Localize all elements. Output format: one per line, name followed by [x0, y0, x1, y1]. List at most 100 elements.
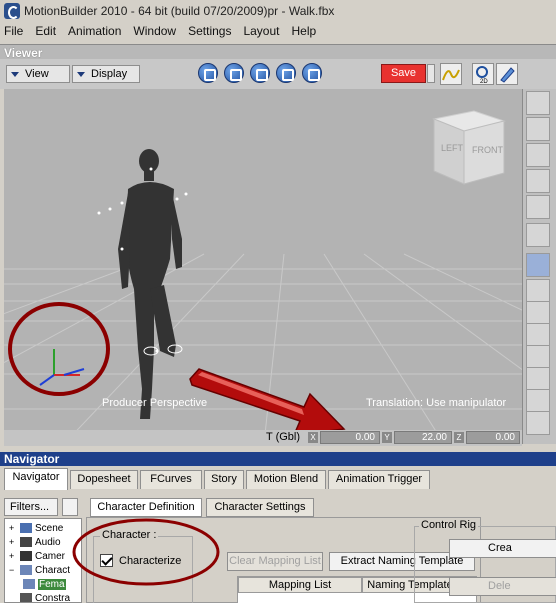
red-marker-icon[interactable]: [526, 345, 550, 369]
tree-item-constraints[interactable]: Constra: [9, 591, 71, 603]
transform-label: T (Gbl): [266, 431, 301, 443]
tab-fcurves[interactable]: FCurves: [140, 470, 202, 489]
tree-item-cameras[interactable]: + Camer: [9, 549, 65, 563]
curve-mode-icon[interactable]: [440, 63, 462, 85]
tree-item-characters[interactable]: − Charact: [9, 563, 70, 577]
character-icon: [20, 565, 32, 575]
column-mapping-list[interactable]: Mapping List: [238, 577, 362, 593]
box-icon[interactable]: [526, 279, 550, 303]
constraint-icon: [20, 593, 32, 602]
save-button[interactable]: Save: [381, 64, 426, 83]
tab-character-definition[interactable]: Character Definition: [90, 498, 202, 517]
display-dropdown[interactable]: Display: [72, 65, 140, 83]
zoom-2d-icon[interactable]: 2D: [472, 63, 494, 85]
menu-bar: File Edit Animation Window Settings Layo…: [0, 22, 556, 40]
viewcube-front-label: FRONT: [472, 145, 503, 155]
menu-window[interactable]: Window: [133, 24, 176, 38]
tab-character-settings[interactable]: Character Settings: [206, 498, 314, 517]
expand-icon[interactable]: +: [9, 537, 18, 547]
rotate-icon[interactable]: [526, 169, 550, 193]
move-icon[interactable]: [526, 143, 550, 167]
collapse-icon[interactable]: −: [9, 565, 18, 575]
scene-icon: [20, 523, 32, 533]
expand-icon[interactable]: +: [9, 551, 18, 561]
cube-icon[interactable]: [526, 253, 550, 277]
line-icon[interactable]: [526, 323, 550, 347]
viewcube-left-label: LEFT: [441, 143, 464, 153]
x-value-field[interactable]: 0.00: [320, 431, 380, 444]
list-icon[interactable]: [62, 498, 78, 516]
tree-item-label: Charact: [35, 564, 71, 576]
tab-story[interactable]: Story: [204, 470, 244, 489]
annotation-ellipse: [72, 518, 220, 586]
character-icon: [23, 579, 35, 589]
svg-text:2D: 2D: [480, 79, 488, 84]
dropdown-arrow-icon: [11, 71, 19, 77]
menu-animation[interactable]: Animation: [68, 24, 121, 38]
clear-mapping-list-button[interactable]: Clear Mapping List: [227, 552, 323, 571]
save-options-arrow[interactable]: [427, 64, 435, 83]
navigator-header: Navigator: [0, 452, 556, 466]
tree-item-label: Constra: [35, 592, 71, 603]
tab-navigator[interactable]: Navigator: [4, 468, 68, 490]
delete-control-rig-button[interactable]: Dele: [449, 577, 556, 596]
dropdown-arrow-icon: [77, 71, 85, 77]
anchor-icon[interactable]: [198, 63, 218, 83]
tree-item-audio[interactable]: + Audio: [9, 535, 61, 549]
td-icon[interactable]: [526, 117, 550, 141]
tree-item-label: Camer: [35, 550, 66, 562]
dolly-icon[interactable]: [250, 63, 270, 83]
navigator-body: Filters... + Scene + Audio + Camer − Cha…: [0, 490, 556, 603]
create-control-rig-button[interactable]: Crea: [449, 539, 556, 558]
manipulator-icon[interactable]: [526, 223, 550, 247]
tree-item-label: Scene: [35, 522, 64, 534]
camera-icon[interactable]: [526, 389, 550, 413]
curve-icon[interactable]: [526, 301, 550, 325]
navigator-tabs: Navigator Dopesheet FCurves Story Motion…: [0, 466, 556, 490]
star-icon[interactable]: [526, 367, 550, 391]
light-icon[interactable]: [526, 411, 550, 435]
axis-gizmo: [39, 349, 85, 386]
menu-layout[interactable]: Layout: [243, 24, 279, 38]
select-cursor-icon[interactable]: [526, 91, 550, 115]
menu-help[interactable]: Help: [291, 24, 316, 38]
tree-item-label: Fema: [38, 578, 66, 590]
viewport-scene: LEFT FRONT: [4, 110, 522, 444]
annotation-arrow: [189, 368, 346, 436]
view-dropdown-label: View: [25, 68, 49, 80]
transform-statusbar: T (Gbl) X 0.00 Y 22.00 Z 0.00: [4, 430, 522, 446]
expand-icon[interactable]: [9, 594, 18, 603]
y-value-field[interactable]: 22.00: [394, 431, 452, 444]
filters-button[interactable]: Filters...: [4, 498, 58, 516]
edit-icon[interactable]: [496, 63, 518, 85]
tab-motion-blend[interactable]: Motion Blend: [246, 470, 326, 489]
viewer-title: Viewer: [4, 46, 43, 60]
tree-item-scene[interactable]: + Scene: [9, 521, 63, 535]
audio-icon: [20, 537, 32, 547]
title-bar: MotionBuilder 2010 - 64 bit (build 07/20…: [0, 0, 556, 22]
viewport-3d[interactable]: LEFT FRONT Producer Perspective Translat…: [4, 89, 522, 444]
navigator-title: Navigator: [4, 452, 60, 466]
zoom-icon[interactable]: [276, 63, 296, 83]
camera-label: Producer Perspective: [102, 397, 208, 409]
tab-dopesheet[interactable]: Dopesheet: [70, 470, 138, 489]
tab-animation-trigger[interactable]: Animation Trigger: [328, 470, 430, 489]
orbit-icon[interactable]: [302, 63, 322, 83]
z-value-field[interactable]: 0.00: [466, 431, 520, 444]
viewer-header: Viewer: [0, 44, 556, 60]
menu-file[interactable]: File: [4, 24, 23, 38]
menu-settings[interactable]: Settings: [188, 24, 231, 38]
x-axis-label: X: [308, 432, 318, 443]
tree-item-female[interactable]: Fema: [23, 577, 66, 591]
y-axis-label: Y: [382, 432, 392, 443]
view-dropdown[interactable]: View: [6, 65, 70, 83]
expand-icon[interactable]: +: [9, 523, 18, 533]
right-toolbar: [522, 89, 556, 444]
z-axis-label: Z: [454, 432, 464, 443]
pan-icon[interactable]: [224, 63, 244, 83]
scale-icon[interactable]: [526, 195, 550, 219]
menu-edit[interactable]: Edit: [35, 24, 56, 38]
tree-item-label: Audio: [35, 536, 61, 548]
window-title: MotionBuilder 2010 - 64 bit (build 07/20…: [24, 4, 335, 18]
viewer-toolbar: View Display Save 2D: [0, 59, 556, 89]
